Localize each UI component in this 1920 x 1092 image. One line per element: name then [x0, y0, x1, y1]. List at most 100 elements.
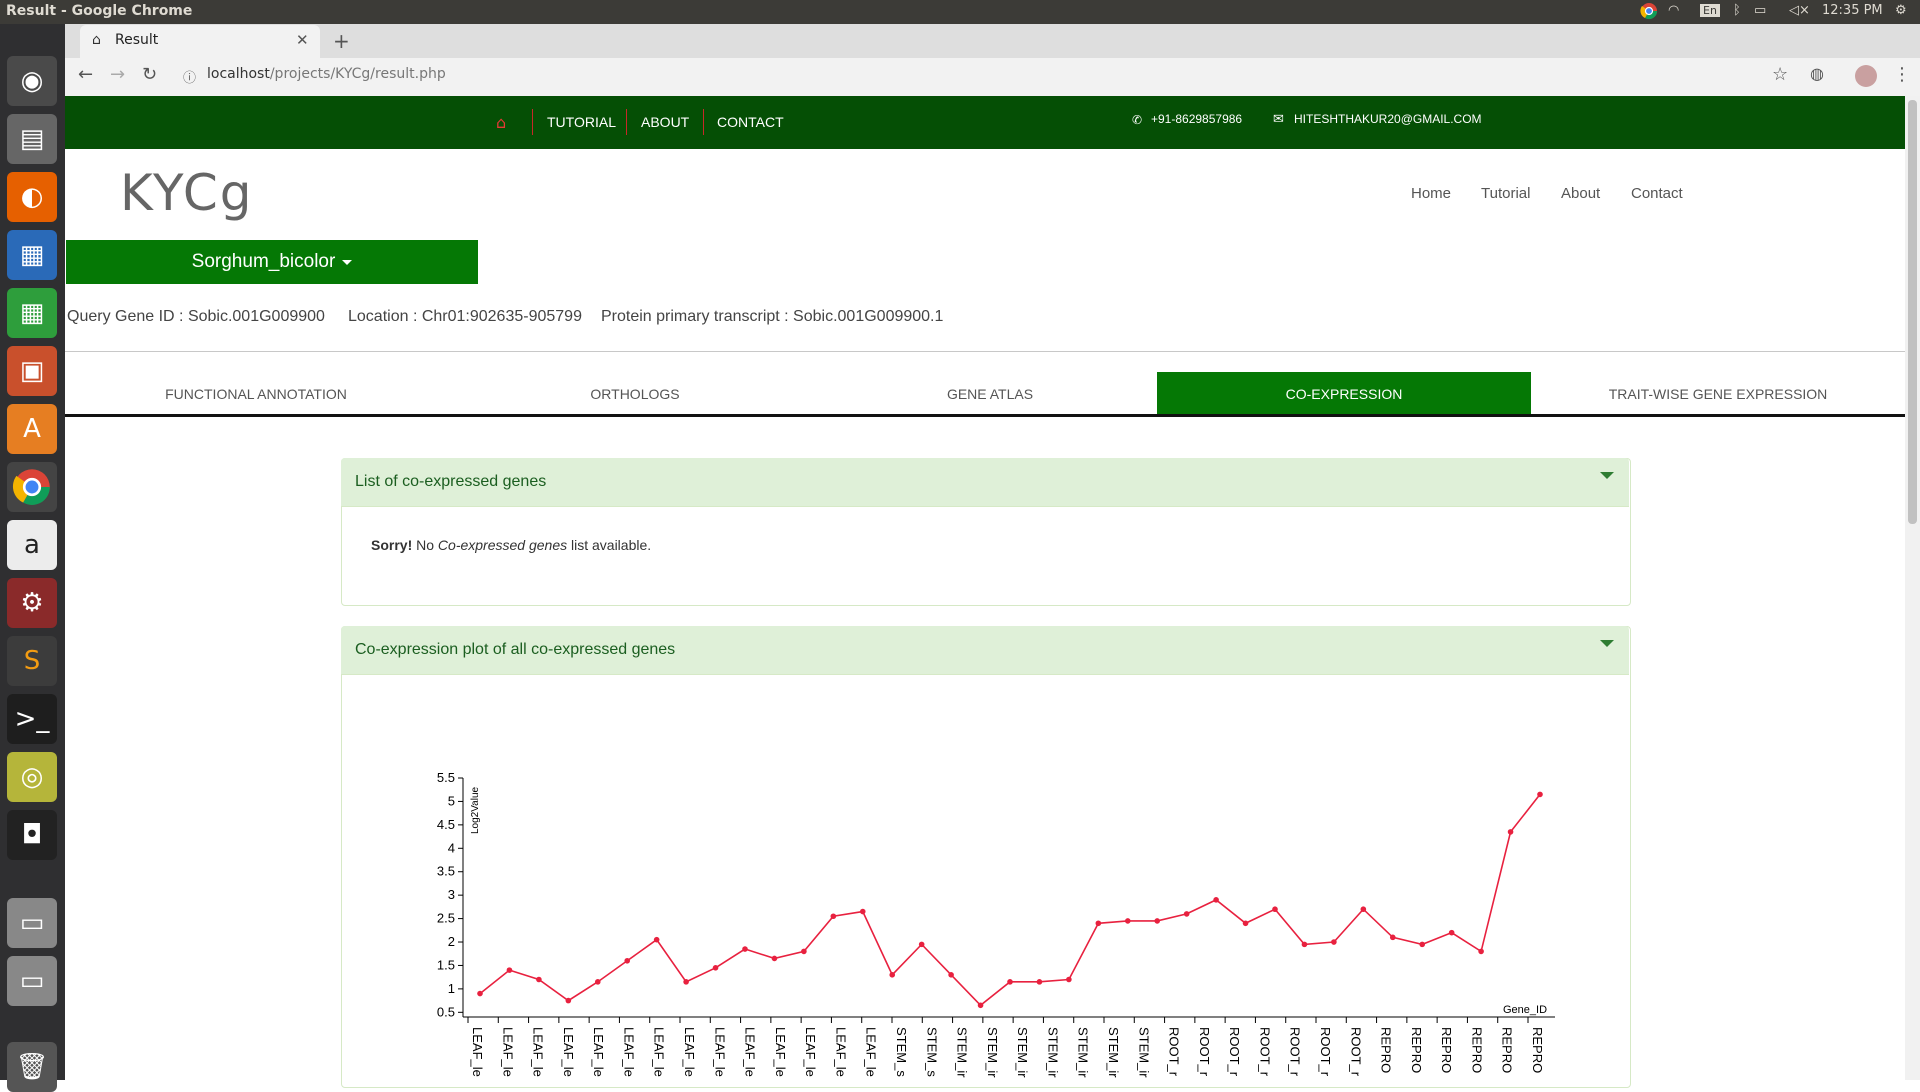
data-point[interactable] [536, 976, 542, 983]
home-icon[interactable]: ⌂ [496, 113, 506, 132]
battery-icon[interactable]: ▭ [1754, 3, 1766, 18]
data-point[interactable] [565, 997, 572, 1004]
tab-orthologs[interactable]: ORTHOLOGS [447, 372, 823, 415]
topnav-tutorial-link[interactable]: TUTORIAL [547, 114, 616, 130]
nav-contact-link[interactable]: Contact [1631, 185, 1683, 202]
tab-gene-atlas[interactable]: GENE ATLAS [823, 372, 1157, 415]
firefox-icon[interactable]: ◐ [7, 172, 57, 222]
data-point[interactable] [1448, 929, 1455, 936]
collapse-caret-icon[interactable] [1600, 640, 1614, 647]
ubuntu-dash-icon[interactable]: ◉ [7, 56, 57, 106]
system-settings-icon[interactable]: ⚙ [7, 578, 57, 628]
disk-utility-icon[interactable]: ◘ [7, 810, 57, 860]
volume-icon[interactable]: ◁× [1789, 3, 1810, 18]
data-point[interactable] [1213, 897, 1219, 903]
x-tick-label: ROOT_r [1167, 1027, 1182, 1077]
data-point[interactable] [1095, 920, 1102, 927]
x-tick-label: LEAF_le [712, 1027, 727, 1077]
data-point[interactable] [1478, 948, 1484, 955]
data-point[interactable] [859, 908, 866, 915]
data-point[interactable] [948, 972, 954, 978]
data-point[interactable] [1242, 920, 1249, 927]
tab-co-expression[interactable]: CO-EXPRESSION [1157, 372, 1531, 415]
x-tick-label: LEAF_le [743, 1027, 758, 1077]
settings-gear-icon[interactable]: ⚙ [1895, 3, 1907, 18]
data-point[interactable] [1537, 791, 1543, 798]
terminal-icon[interactable]: >_ [7, 694, 57, 744]
bookmark-star-icon[interactable]: ☆ [1772, 64, 1788, 85]
nav-about-link[interactable]: About [1561, 185, 1600, 202]
reload-icon[interactable]: ↻ [142, 64, 157, 85]
extension-globe-icon[interactable]: ◍ [1810, 64, 1824, 83]
sublime-text-icon[interactable]: S [7, 636, 57, 686]
drive-icon[interactable]: ▭ [7, 898, 57, 948]
drive-2-icon[interactable]: ▭ [7, 956, 57, 1006]
nav-home-link[interactable]: Home [1411, 185, 1451, 202]
image-viewer-icon[interactable]: ◎ [7, 752, 57, 802]
data-point[interactable] [889, 972, 896, 978]
tab-functional-annotation[interactable]: FUNCTIONAL ANNOTATION [65, 372, 447, 415]
data-point[interactable] [1272, 906, 1278, 913]
divider [65, 351, 1905, 352]
software-center-icon[interactable]: A [7, 404, 57, 454]
data-point[interactable] [1389, 934, 1396, 941]
data-point[interactable] [977, 1002, 984, 1009]
species-dropdown-button[interactable]: Sorghum_bicolor [66, 240, 478, 284]
x-tick-label: LEAF_le [833, 1027, 848, 1077]
profile-avatar[interactable] [1855, 65, 1877, 87]
data-point[interactable] [683, 979, 689, 985]
data-point[interactable] [1124, 918, 1131, 924]
scrollbar-thumb[interactable] [1908, 100, 1917, 524]
data-point[interactable] [1507, 829, 1514, 835]
wifi-icon[interactable]: ◠ [1668, 3, 1679, 18]
trash-icon[interactable]: 🗑 [7, 1042, 57, 1092]
impress-icon[interactable]: ▣ [7, 346, 57, 396]
clock[interactable]: 12:35 PM [1822, 3, 1883, 18]
forward-arrow-icon[interactable]: → [110, 64, 125, 85]
calc-icon[interactable]: ▦ [7, 288, 57, 338]
data-point[interactable] [918, 941, 925, 948]
topnav-contact-link[interactable]: CONTACT [717, 114, 784, 130]
amazon-icon[interactable]: a [7, 520, 57, 570]
back-arrow-icon[interactable]: ← [78, 64, 93, 85]
keyboard-lang-indicator[interactable]: En [1700, 4, 1720, 17]
bluetooth-icon[interactable]: ᛒ [1733, 3, 1741, 18]
phone-number[interactable]: +91-8629857986 [1151, 112, 1242, 126]
data-point[interactable] [1154, 918, 1161, 924]
chrome-menu-icon[interactable]: ⋮ [1893, 64, 1911, 85]
data-point[interactable] [1419, 941, 1426, 948]
data-point[interactable] [830, 913, 837, 920]
tab-close-icon[interactable]: ✕ [296, 31, 309, 49]
data-point[interactable] [624, 957, 631, 964]
data-point[interactable] [1331, 939, 1337, 945]
data-point[interactable] [801, 948, 807, 955]
site-info-icon[interactable]: ⓘ [183, 67, 196, 86]
data-point[interactable] [1007, 979, 1013, 985]
site-logo[interactable]: KYCg [120, 164, 253, 222]
tab-trait-wise-gene-expression[interactable]: TRAIT-WISE GENE EXPRESSION [1531, 372, 1905, 415]
data-point[interactable] [1183, 911, 1190, 917]
data-point[interactable] [1066, 976, 1072, 983]
chrome-launcher-icon[interactable] [7, 462, 57, 512]
new-tab-button[interactable]: + [333, 29, 350, 53]
nav-tutorial-link[interactable]: Tutorial [1481, 185, 1530, 202]
writer-icon[interactable]: ▦ [7, 230, 57, 280]
data-point[interactable] [771, 955, 778, 962]
data-point[interactable] [1301, 941, 1308, 948]
data-point[interactable] [1360, 906, 1367, 913]
collapse-caret-icon[interactable] [1600, 472, 1614, 479]
data-point[interactable] [653, 936, 660, 943]
topnav-about-link[interactable]: ABOUT [641, 114, 689, 130]
address-bar[interactable]: localhost/projects/KYCg/result.php [207, 66, 446, 82]
data-point[interactable] [742, 946, 748, 952]
data-point[interactable] [712, 964, 719, 971]
data-point[interactable] [594, 979, 601, 985]
files-icon[interactable]: ▤ [7, 114, 57, 164]
chrome-tray-icon[interactable] [1640, 2, 1658, 24]
email-icon: ✉ [1273, 112, 1284, 127]
data-point[interactable] [477, 990, 483, 997]
email-address[interactable]: HITESHTHAKUR20@GMAIL.COM [1294, 112, 1482, 126]
x-tick-label: LEAF_le [470, 1027, 485, 1077]
data-point[interactable] [1036, 979, 1043, 985]
data-point[interactable] [506, 967, 513, 973]
